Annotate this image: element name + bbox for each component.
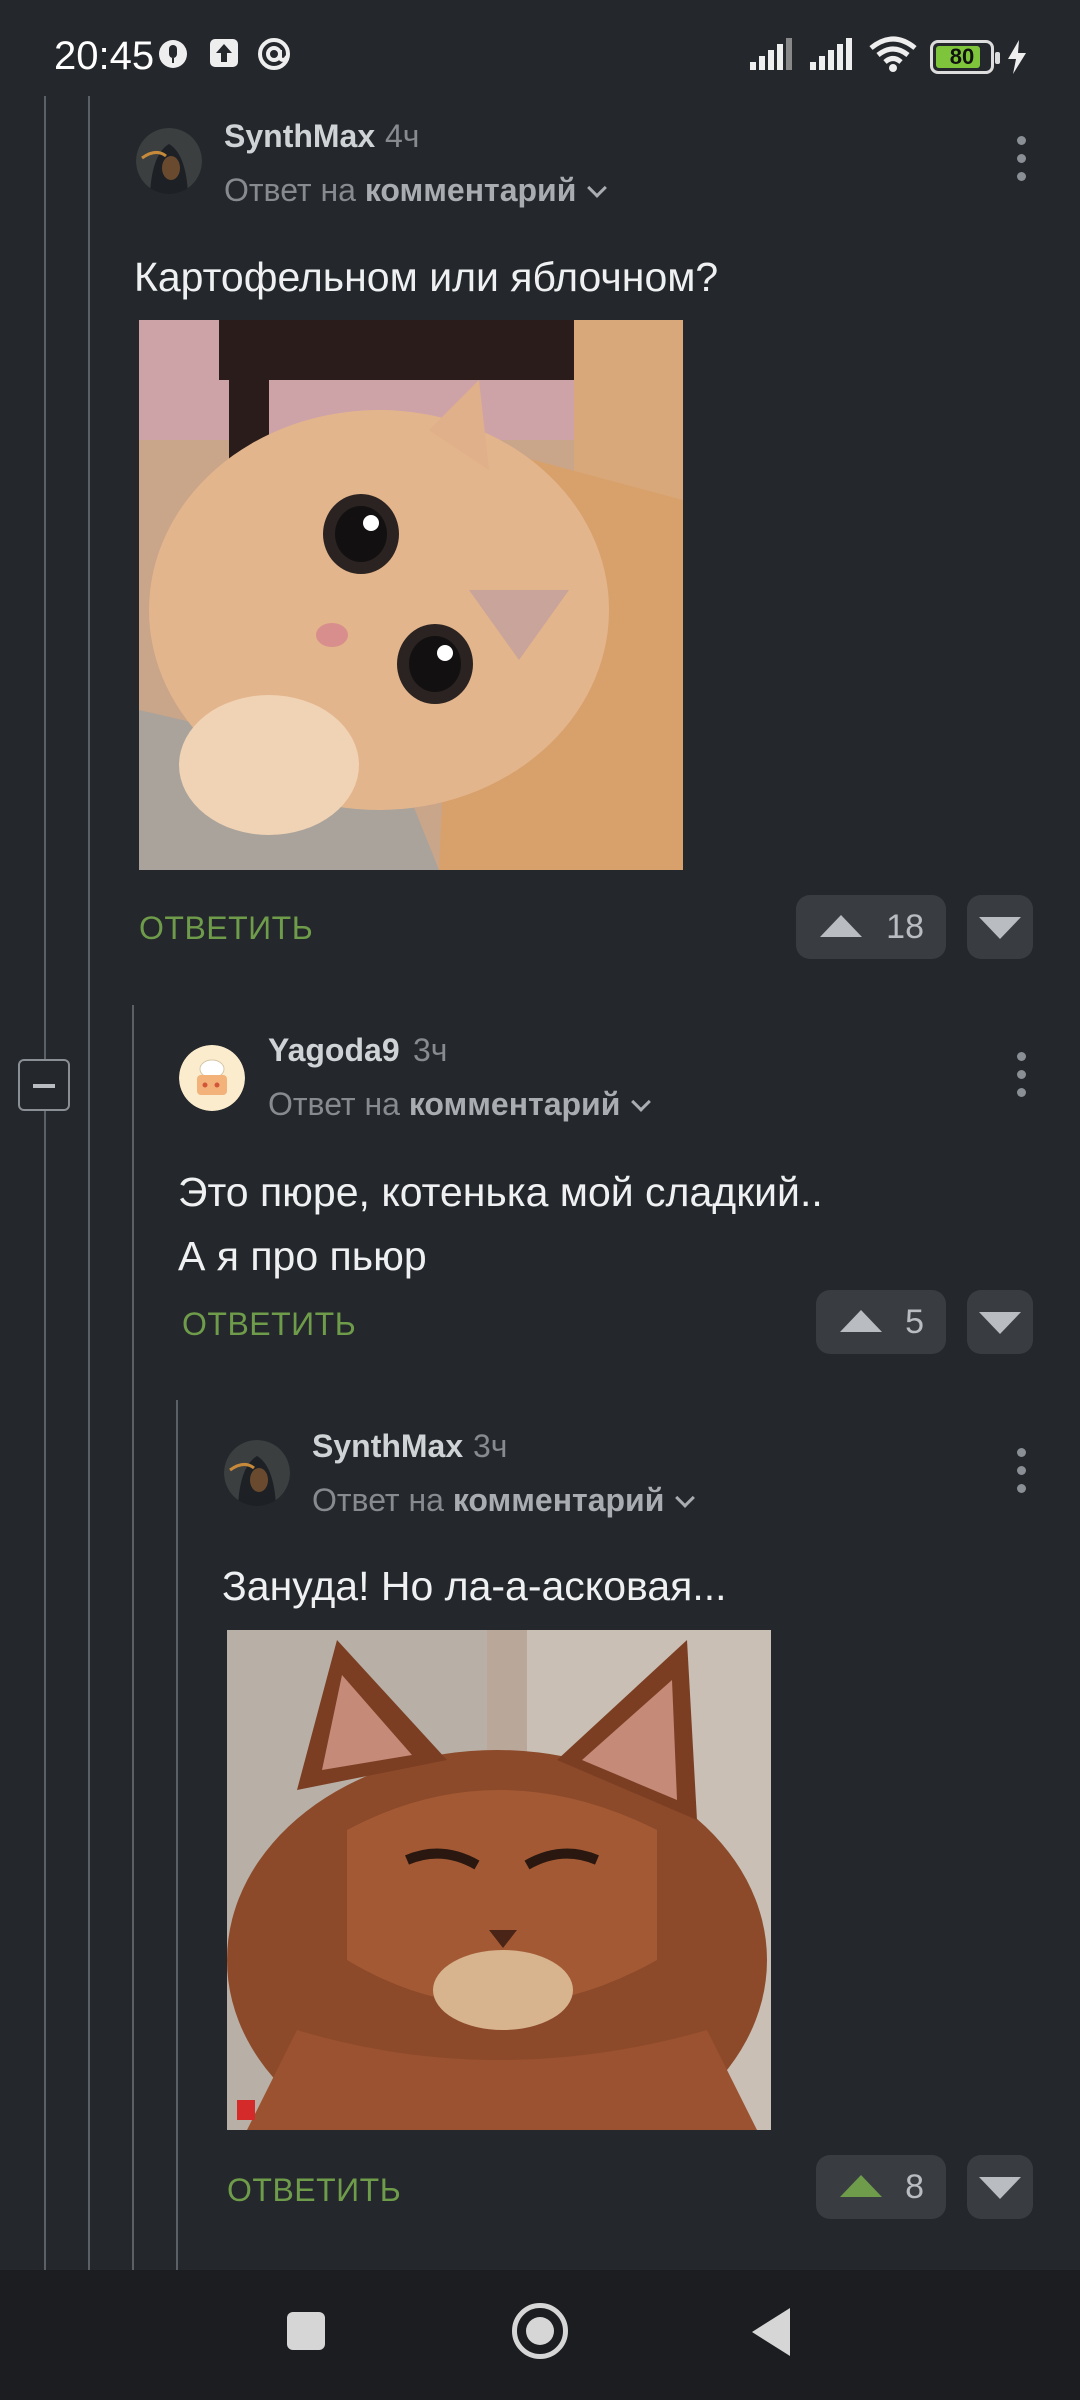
- signal-icon: [810, 38, 852, 70]
- upvote-icon: [840, 1310, 882, 1332]
- reply-prefix: Ответ на: [312, 1482, 444, 1518]
- more-icon[interactable]: [1015, 1052, 1027, 1100]
- upvote-button[interactable]: 18: [796, 895, 946, 959]
- comment-image[interactable]: [139, 320, 683, 870]
- mic-icon: [159, 40, 187, 68]
- avatar[interactable]: [224, 1440, 290, 1506]
- avatar[interactable]: [136, 128, 202, 194]
- upvote-icon: [820, 915, 862, 937]
- comment-line: Это пюре, котенька мой сладкий..: [178, 1169, 823, 1215]
- comment-line: Зануда! Но ла-а-асковая...: [222, 1563, 727, 1609]
- nav-home-icon[interactable]: [512, 2303, 568, 2359]
- comment-time: 4ч: [385, 118, 420, 154]
- comment-text: Картофельном или яблочном?: [134, 245, 718, 309]
- downvote-icon[interactable]: [967, 895, 1033, 959]
- reply-target: комментарий: [408, 1086, 621, 1122]
- reply-to[interactable]: Ответ на комментарий: [312, 1482, 696, 1519]
- vote-count: 8: [905, 2168, 924, 2206]
- more-icon[interactable]: [1015, 1448, 1027, 1496]
- downvote-icon[interactable]: [967, 1290, 1033, 1354]
- vote-count: 18: [886, 908, 924, 946]
- chevron-down-icon: [675, 1488, 696, 1508]
- comment-text: Это пюре, котенька мой сладкий.. А я про…: [178, 1160, 823, 1288]
- reply-button[interactable]: ОТВЕТИТЬ: [182, 1306, 356, 1343]
- reply-target: комментарий: [364, 172, 577, 208]
- downvote-icon[interactable]: [967, 2155, 1033, 2219]
- reply-button[interactable]: ОТВЕТИТЬ: [139, 910, 313, 947]
- comment-text: Зануда! Но ла-а-асковая...: [222, 1554, 727, 1618]
- comment-image[interactable]: [227, 1630, 771, 2130]
- vote-count: 5: [905, 1303, 924, 1341]
- battery-icon: 80: [930, 40, 1000, 74]
- thread-line: [44, 1111, 46, 2270]
- nav-recents-icon[interactable]: [287, 2312, 325, 2350]
- reply-to[interactable]: Ответ на комментарий: [268, 1086, 652, 1123]
- collapse-icon[interactable]: [18, 1059, 70, 1111]
- navigation-bar: [0, 2270, 1080, 2400]
- battery-level: 80: [949, 44, 975, 69]
- signal-icon: [750, 38, 792, 70]
- comment-time: 3ч: [413, 1032, 448, 1068]
- charging-icon: [1008, 40, 1026, 74]
- status-time: 20:45: [54, 34, 155, 78]
- reply-prefix: Ответ на: [268, 1086, 400, 1122]
- upvote-button[interactable]: 8: [816, 2155, 946, 2219]
- author-name[interactable]: SynthMax: [312, 1428, 463, 1465]
- at-icon: [258, 38, 290, 70]
- upload-icon: [210, 39, 238, 67]
- upvote-button[interactable]: 5: [816, 1290, 946, 1354]
- reply-button[interactable]: ОТВЕТИТЬ: [227, 2172, 401, 2209]
- avatar[interactable]: [179, 1045, 245, 1111]
- reply-target: комментарий: [452, 1482, 665, 1518]
- status-bar: 20:45 80: [0, 0, 1080, 96]
- thread-line: [132, 1005, 134, 2270]
- nav-back-icon[interactable]: [752, 2308, 790, 2356]
- author-name[interactable]: SynthMax: [224, 118, 375, 155]
- chevron-down-icon: [631, 1092, 652, 1112]
- more-icon[interactable]: [1015, 136, 1027, 184]
- reply-prefix: Ответ на: [224, 172, 356, 208]
- reply-to[interactable]: Ответ на комментарий: [224, 172, 608, 209]
- chevron-down-icon: [587, 178, 608, 198]
- upvote-icon: [840, 2175, 882, 2197]
- comment-line: А я про пьюр: [178, 1233, 427, 1279]
- thread-line: [176, 1400, 178, 2270]
- thread-line: [88, 96, 90, 2270]
- comment-time: 3ч: [473, 1428, 508, 1464]
- author-name[interactable]: Yagoda9: [268, 1032, 400, 1069]
- comment-line: Картофельном или яблочном?: [134, 254, 719, 300]
- wifi-icon: [869, 36, 917, 72]
